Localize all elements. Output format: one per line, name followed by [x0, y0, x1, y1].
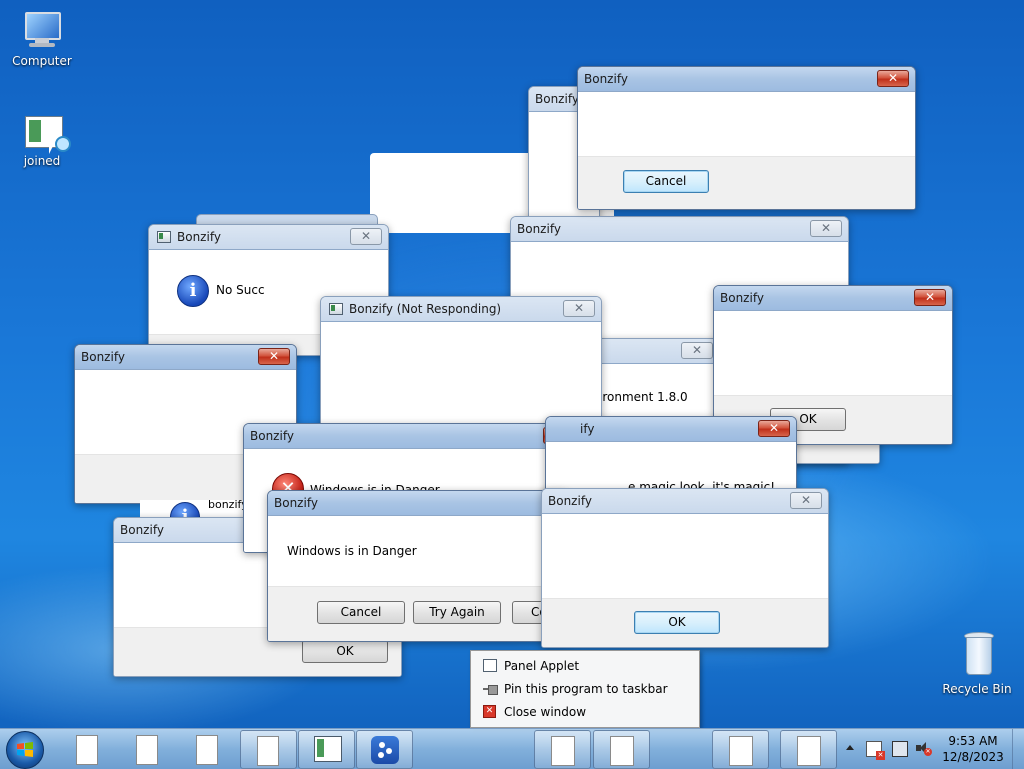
desktop-icon-joined[interactable]: joined	[7, 116, 77, 168]
menu-item-panel-applet[interactable]: Panel Applet	[473, 655, 697, 677]
java-document-icon	[728, 736, 753, 766]
close-button[interactable]: ✕	[350, 228, 382, 245]
window-title: Bonzify (Not Responding)	[349, 302, 502, 316]
desktop-icon-label: Computer	[12, 54, 72, 68]
document-icon	[256, 736, 279, 766]
taskbar-button-document-4[interactable]	[240, 730, 297, 769]
menu-item-pin[interactable]: Pin this program to taskbar	[473, 678, 697, 700]
applet-icon	[483, 659, 497, 672]
windows-start-icon	[17, 742, 33, 757]
action-center-icon[interactable]: ✕	[866, 741, 885, 760]
application-icon	[21, 116, 71, 154]
bonzify-app-icon	[370, 736, 399, 764]
java-document-icon	[796, 736, 821, 766]
system-tray: ✕ ✕	[840, 729, 940, 769]
taskbar-button-document-1[interactable]	[60, 730, 116, 767]
recycle-bin-icon	[959, 630, 995, 678]
volume-muted-icon[interactable]: ✕	[916, 741, 932, 756]
document-icon	[196, 735, 218, 765]
window-title: Bonzify	[535, 92, 579, 106]
close-button[interactable]: ✕	[914, 289, 946, 306]
document-icon	[136, 735, 158, 765]
close-button[interactable]: ✕	[790, 492, 822, 509]
close-button[interactable]: ✕	[681, 342, 713, 359]
mouse-cursor-icon	[49, 140, 56, 154]
taskbar-button-panel-applet[interactable]	[298, 730, 355, 769]
window-title: Bonzify	[548, 494, 592, 508]
dialog-danger[interactable]: Bonzify Windows is in Danger Cancel Try …	[267, 490, 569, 642]
window-title: Bonzify	[120, 523, 164, 537]
cancel-button[interactable]: Cancel	[623, 170, 709, 193]
dialog-message: bonzify	[208, 498, 248, 511]
information-icon: i	[177, 275, 209, 307]
dialog-message: No Succ	[216, 283, 265, 297]
network-icon[interactable]	[892, 741, 908, 757]
taskbar-button-document-2[interactable]	[120, 730, 176, 767]
close-button[interactable]: ✕	[877, 70, 909, 87]
ok-button[interactable]: OK	[634, 611, 720, 634]
clock[interactable]: 9:53 AM 12/8/2023	[942, 733, 1004, 765]
start-button[interactable]	[6, 731, 44, 769]
app-icon	[157, 231, 171, 243]
desktop-icon-computer[interactable]: Computer	[7, 10, 77, 68]
dialog-message: Windows is in Danger	[287, 544, 417, 558]
clock-date: 12/8/2023	[942, 750, 1004, 764]
app-icon	[329, 303, 343, 315]
try-again-button[interactable]: Try Again	[413, 601, 501, 624]
dialog-environment[interactable]: ✕ ironment 1.8.0	[590, 338, 720, 424]
cancel-button[interactable]: Cancel	[317, 601, 405, 624]
dialog-message: ironment 1.8.0	[599, 390, 688, 404]
close-button[interactable]: ✕	[758, 420, 790, 437]
dialog-top-right[interactable]: Bonzify ✕ Cancel	[577, 66, 916, 210]
close-button[interactable]: ✕	[563, 300, 595, 317]
pin-icon	[483, 682, 498, 696]
window-title: Bonzify	[177, 230, 221, 244]
window-title: Bonzify	[720, 291, 764, 305]
taskbar-button-java-1[interactable]	[534, 730, 591, 769]
window-title: Bonzify	[81, 350, 125, 364]
show-hidden-icons-icon[interactable]	[846, 745, 854, 750]
close-window-icon: ✕	[483, 705, 496, 718]
document-icon	[76, 735, 98, 765]
desktop-icon-recycle-bin[interactable]: Recycle Bin	[942, 630, 1012, 696]
java-document-icon	[550, 736, 575, 766]
clock-time: 9:53 AM	[948, 734, 998, 748]
java-document-icon	[609, 736, 634, 766]
taskbar-button-document-3[interactable]	[180, 730, 236, 767]
window-title: Bonzify	[250, 429, 294, 443]
taskbar-button-java-4[interactable]	[780, 730, 837, 769]
desktop-icon-label: joined	[23, 154, 61, 168]
dialog-ok[interactable]: Bonzify ✕ OK	[541, 488, 829, 648]
taskbar-button-java-3[interactable]	[712, 730, 769, 769]
close-button[interactable]: ✕	[810, 220, 842, 237]
window-title: ify	[580, 422, 595, 436]
taskbar-button-java-2[interactable]	[593, 730, 650, 769]
window-title: Bonzify	[274, 496, 318, 510]
taskbar-jump-list: Panel Applet Pin this program to taskbar…	[470, 650, 700, 728]
close-button[interactable]: ✕	[258, 348, 290, 365]
show-desktop-button[interactable]	[1012, 729, 1024, 769]
taskbar-button-bonzify[interactable]	[356, 730, 413, 769]
application-icon	[313, 736, 342, 762]
desktop-icon-label: Recycle Bin	[942, 682, 1012, 696]
window-title: Bonzify	[517, 222, 561, 236]
taskbar: ✕ ✕ 9:53 AM 12/8/2023	[0, 728, 1024, 769]
window-title: Bonzify	[584, 72, 628, 86]
ok-button[interactable]: OK	[302, 640, 388, 663]
computer-icon	[21, 10, 63, 50]
menu-item-close-window[interactable]: ✕ Close window	[473, 701, 697, 723]
